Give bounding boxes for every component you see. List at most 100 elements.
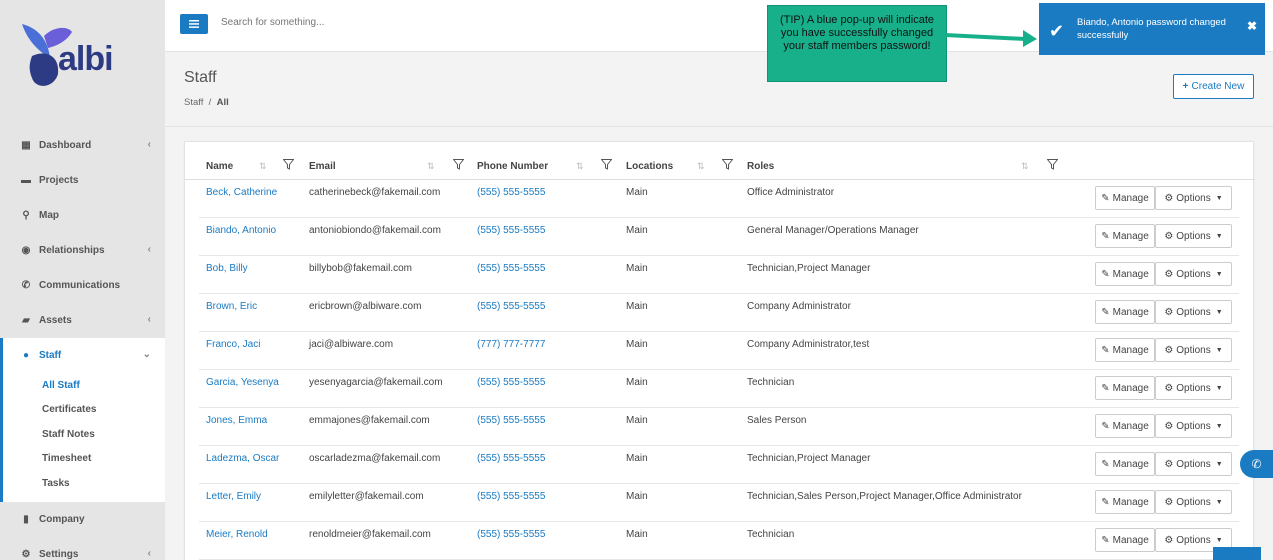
sidebar-item-staff[interactable]: ● Staff ⌄ bbox=[0, 338, 165, 373]
manage-label: Manage bbox=[1112, 382, 1149, 394]
cell-email: yesenyagarcia@fakemail.com bbox=[309, 377, 443, 388]
filter-icon[interactable] bbox=[722, 159, 733, 170]
create-new-label: Create New bbox=[1191, 81, 1245, 92]
manage-button[interactable]: ✎ Manage bbox=[1095, 262, 1155, 286]
checkmark-icon: ✔ bbox=[1049, 21, 1065, 41]
options-dropdown-button[interactable]: ⚙ Options ▼ bbox=[1155, 300, 1232, 324]
manage-button[interactable]: ✎ Manage bbox=[1095, 300, 1155, 324]
users-icon: ● bbox=[22, 350, 30, 361]
cell-phone[interactable]: (555) 555-5555 bbox=[477, 263, 545, 274]
chat-widget-button[interactable] bbox=[1213, 547, 1261, 560]
sidebar-nav: ▦ Dashboard ‹ ▬ Projects ⚲ Map ◉ Relationships ‹ ✆… bbox=[0, 128, 165, 560]
cell-name[interactable]: Garcia, Yesenya bbox=[206, 377, 279, 388]
options-dropdown-button[interactable]: ⚙ Options ▼ bbox=[1155, 376, 1232, 400]
sort-icon[interactable]: ⇅ bbox=[427, 161, 435, 172]
caret-down-icon: ▼ bbox=[1215, 232, 1223, 240]
cell-phone[interactable]: (555) 555-5555 bbox=[477, 301, 545, 312]
cell-name[interactable]: Letter, Emily bbox=[206, 491, 261, 502]
cell-phone[interactable]: (777) 777-7777 bbox=[477, 339, 545, 350]
pencil-icon: ✎ bbox=[1101, 230, 1110, 242]
sidebar-item-communications[interactable]: ✆ Communications bbox=[0, 268, 165, 303]
cell-name[interactable]: Ladezma, Oscar bbox=[206, 453, 279, 464]
cell-email: emmajones@fakemail.com bbox=[309, 415, 430, 426]
cell-phone[interactable]: (555) 555-5555 bbox=[477, 415, 545, 426]
subnav-item-staff-notes[interactable]: Staff Notes bbox=[3, 422, 165, 447]
sidebar-item-relationships[interactable]: ◉ Relationships ‹ bbox=[0, 233, 165, 268]
sort-icon[interactable]: ⇅ bbox=[697, 161, 705, 172]
close-icon[interactable]: ✖ bbox=[1247, 19, 1257, 33]
cell-phone[interactable]: (555) 555-5555 bbox=[477, 491, 545, 502]
subnav-item-timesheet[interactable]: Timesheet bbox=[3, 447, 165, 472]
albi-logo[interactable]: albi bbox=[14, 18, 124, 96]
options-label: Options bbox=[1176, 496, 1211, 508]
column-header-email[interactable]: Email bbox=[309, 161, 336, 172]
cell-name[interactable]: Biando, Antonio bbox=[206, 225, 276, 236]
manage-button[interactable]: ✎ Manage bbox=[1095, 338, 1155, 362]
create-new-button[interactable]: + Create New bbox=[1173, 74, 1254, 99]
phone-widget-button[interactable]: ✆ bbox=[1240, 450, 1273, 478]
filter-icon[interactable] bbox=[1047, 159, 1058, 170]
cell-location: Main bbox=[626, 339, 648, 350]
options-dropdown-button[interactable]: ⚙ Options ▼ bbox=[1155, 224, 1232, 248]
sidebar-item-company[interactable]: ▮ Company bbox=[0, 502, 165, 537]
manage-button[interactable]: ✎ Manage bbox=[1095, 376, 1155, 400]
options-dropdown-button[interactable]: ⚙ Options ▼ bbox=[1155, 490, 1232, 514]
options-label: Options bbox=[1176, 458, 1211, 470]
cell-phone[interactable]: (555) 555-5555 bbox=[477, 225, 545, 236]
manage-button[interactable]: ✎ Manage bbox=[1095, 490, 1155, 514]
column-header-phone-number[interactable]: Phone Number bbox=[477, 161, 548, 172]
sidebar-item-settings[interactable]: ⚙ Settings ‹ bbox=[0, 537, 165, 560]
cell-name[interactable]: Beck, Catherine bbox=[206, 187, 277, 198]
column-header-roles[interactable]: Roles bbox=[747, 161, 774, 172]
menu-toggle-button[interactable] bbox=[180, 14, 208, 34]
sort-icon[interactable]: ⇅ bbox=[576, 161, 584, 172]
options-dropdown-button[interactable]: ⚙ Options ▼ bbox=[1155, 414, 1232, 438]
chevron-icon: ‹ bbox=[147, 244, 151, 255]
subnav-item-certificates[interactable]: Certificates bbox=[3, 398, 165, 423]
breadcrumb-staff[interactable]: Staff bbox=[184, 97, 203, 108]
sort-icon[interactable]: ⇅ bbox=[1021, 161, 1029, 172]
manage-button[interactable]: ✎ Manage bbox=[1095, 224, 1155, 248]
cell-name[interactable]: Bob, Billy bbox=[206, 263, 248, 274]
filter-icon[interactable] bbox=[601, 159, 612, 170]
cell-roles: Technician bbox=[747, 529, 795, 540]
cell-phone[interactable]: (555) 555-5555 bbox=[477, 529, 545, 540]
cell-email: catherinebeck@fakemail.com bbox=[309, 187, 441, 198]
filter-icon[interactable] bbox=[283, 159, 294, 170]
sidebar-item-dashboard[interactable]: ▦ Dashboard ‹ bbox=[0, 128, 165, 163]
cell-roles: General Manager/Operations Manager bbox=[747, 225, 919, 236]
cell-phone[interactable]: (555) 555-5555 bbox=[477, 453, 545, 464]
filter-icon[interactable] bbox=[453, 159, 464, 170]
manage-button[interactable]: ✎ Manage bbox=[1095, 528, 1155, 552]
column-header-name[interactable]: Name bbox=[206, 161, 233, 172]
cell-name[interactable]: Brown, Eric bbox=[206, 301, 257, 312]
chevron-icon: ‹ bbox=[147, 314, 151, 325]
manage-button[interactable]: ✎ Manage bbox=[1095, 186, 1155, 210]
subnav-item-tasks[interactable]: Tasks bbox=[3, 471, 165, 496]
search-input[interactable] bbox=[221, 17, 521, 28]
caret-down-icon: ▼ bbox=[1215, 384, 1223, 392]
sidebar-item-assets[interactable]: ▰ Assets ‹ bbox=[0, 303, 165, 338]
logo-text: albi bbox=[58, 40, 114, 78]
cell-name[interactable]: Franco, Jaci bbox=[206, 339, 260, 350]
gear-icon: ⚙ bbox=[1164, 268, 1174, 280]
sort-icon[interactable]: ⇅ bbox=[259, 161, 267, 172]
options-dropdown-button[interactable]: ⚙ Options ▼ bbox=[1155, 262, 1232, 286]
sidebar-item-map[interactable]: ⚲ Map bbox=[0, 198, 165, 233]
cell-name[interactable]: Jones, Emma bbox=[206, 415, 267, 426]
options-dropdown-button[interactable]: ⚙ Options ▼ bbox=[1155, 186, 1232, 210]
options-dropdown-button[interactable]: ⚙ Options ▼ bbox=[1155, 338, 1232, 362]
subnav-item-all-staff[interactable]: All Staff bbox=[3, 373, 165, 398]
column-header-locations[interactable]: Locations bbox=[626, 161, 673, 172]
sidebar-item-projects[interactable]: ▬ Projects bbox=[0, 163, 165, 198]
cell-phone[interactable]: (555) 555-5555 bbox=[477, 187, 545, 198]
gear-icon: ⚙ bbox=[1164, 496, 1174, 508]
manage-button[interactable]: ✎ Manage bbox=[1095, 414, 1155, 438]
caret-down-icon: ▼ bbox=[1215, 422, 1223, 430]
options-dropdown-button[interactable]: ⚙ Options ▼ bbox=[1155, 452, 1232, 476]
cell-name[interactable]: Meier, Renold bbox=[206, 529, 268, 540]
cell-phone[interactable]: (555) 555-5555 bbox=[477, 377, 545, 388]
manage-button[interactable]: ✎ Manage bbox=[1095, 452, 1155, 476]
cell-location: Main bbox=[626, 529, 648, 540]
tip-arrow-icon bbox=[945, 30, 1037, 47]
